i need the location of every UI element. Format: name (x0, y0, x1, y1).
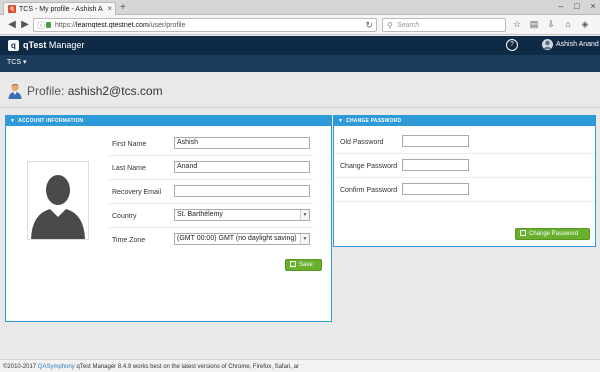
chevron-down-icon: ▼ (338, 118, 344, 124)
download-icon[interactable]: ⇩ (546, 19, 556, 30)
account-panel-header[interactable]: ▼ ACCOUNT INFORMATION (6, 116, 331, 126)
url-bar[interactable]: ⓘ https://learnqtest.qtestnet.com/user/p… (33, 18, 377, 32)
first-name-row: First Name Ashish (109, 132, 313, 156)
recovery-email-row: Recovery Email (109, 180, 313, 204)
clipboard-icon[interactable]: ▤ (529, 19, 539, 30)
browser-tab[interactable]: q TCS - My profile - Ashish An... × (3, 2, 116, 15)
country-select[interactable]: St. Barthélemy ▼ (174, 209, 310, 221)
country-label: Country (112, 213, 137, 220)
browser-tab-bar: q TCS - My profile - Ashish An... × + – … (0, 0, 600, 15)
save-button[interactable]: Save (285, 259, 322, 271)
reload-icon[interactable]: ↻ (365, 20, 373, 31)
chevron-down-icon[interactable]: ▼ (300, 234, 309, 244)
qtest-favicon-icon: q (8, 5, 16, 13)
info-icon[interactable]: ⓘ (37, 20, 45, 31)
qtest-logo-icon[interactable]: q (8, 40, 19, 51)
confirm-password-row: Confirm Password (334, 178, 595, 202)
help-icon[interactable]: ? (506, 39, 518, 51)
new-password-input[interactable] (402, 159, 469, 171)
home-icon[interactable]: ⌂ (563, 19, 573, 30)
time-zone-label: Time Zone (112, 237, 146, 244)
forward-icon[interactable]: ▶ (19, 19, 31, 31)
country-value: St. Barthélemy (177, 211, 223, 218)
lock-icon (46, 22, 51, 28)
user-menu[interactable]: Ashish Anand (556, 40, 599, 50)
browser-search-input[interactable]: ⚲ Search (382, 18, 506, 32)
page-title: Profile: ashish2@tcs.com (27, 84, 163, 98)
header-divider (0, 107, 600, 108)
first-name-label: First Name (112, 141, 147, 148)
browser-toolbar: ☆ ▤ ⇩ ⌂ ◈ ≡ (512, 19, 600, 30)
star-icon[interactable]: ☆ (512, 19, 522, 30)
user-profile-icon (8, 83, 22, 99)
window-controls: – □ × (556, 1, 598, 11)
old-password-row: Old Password (334, 130, 595, 154)
change-password-button[interactable]: Change Password (515, 228, 590, 240)
minimize-icon[interactable]: – (556, 1, 566, 11)
time-zone-value: (GMT 00:00) GMT (no daylight saving) (177, 235, 297, 242)
chevron-down-icon[interactable]: ▼ (300, 210, 309, 220)
search-placeholder: Search (397, 22, 420, 29)
url-text: https://learnqtest.qtestnet.com/user/pro… (55, 22, 186, 29)
footer-text: ©2010-2017 QASymphony qTest Manager 8.4.… (3, 364, 299, 370)
maximize-icon[interactable]: □ (572, 1, 582, 11)
first-name-input[interactable]: Ashish (174, 137, 310, 149)
recovery-email-input[interactable] (174, 185, 310, 197)
confirm-password-input[interactable] (402, 183, 469, 195)
search-icon: ⚲ (387, 21, 393, 30)
account-information-panel: ▼ ACCOUNT INFORMATION First Name Ashish L… (5, 115, 332, 322)
old-password-label: Old Password (340, 139, 384, 146)
project-bar: TCS ▾ (0, 55, 600, 72)
qasymphony-link[interactable]: QASymphony (38, 364, 75, 370)
password-panel-header[interactable]: ▼ CHANGE PASSWORD (334, 116, 595, 126)
time-zone-row: Time Zone (GMT 00:00) GMT (no daylight s… (109, 228, 313, 252)
country-row: Country St. Barthélemy ▼ (109, 204, 313, 228)
change-password-label: Change Password (340, 163, 398, 170)
floppy-disk-icon (520, 230, 526, 236)
old-password-input[interactable] (402, 135, 469, 147)
close-window-icon[interactable]: × (588, 1, 598, 11)
last-name-label: Last Name (112, 165, 146, 172)
back-icon[interactable]: ◀ (6, 19, 18, 31)
user-avatar-icon[interactable] (542, 39, 553, 50)
confirm-password-label: Confirm Password (340, 187, 398, 194)
tab-close-icon[interactable]: × (107, 4, 112, 13)
app-name: qTest Manager (23, 40, 85, 50)
project-selector[interactable]: TCS ▾ (7, 58, 26, 68)
recovery-email-label: Recovery Email (112, 189, 162, 196)
last-name-input[interactable]: Anand (174, 161, 310, 173)
footer: ©2010-2017 QASymphony qTest Manager 8.4.… (0, 359, 600, 372)
chevron-down-icon: ▼ (10, 118, 16, 124)
browser-nav-bar: ◀ ▶ ⓘ https://learnqtest.qtestnet.com/us… (0, 15, 600, 35)
time-zone-select[interactable]: (GMT 00:00) GMT (no daylight saving) ▼ (174, 233, 310, 245)
profile-picture[interactable] (27, 161, 89, 240)
new-tab-icon[interactable]: + (120, 2, 126, 13)
shield-icon[interactable]: ◈ (580, 19, 590, 30)
floppy-disk-icon (290, 261, 296, 267)
tab-title: TCS - My profile - Ashish An... (19, 6, 103, 13)
last-name-row: Last Name Anand (109, 156, 313, 180)
change-password-row: Change Password (334, 154, 595, 178)
app-header: q qTest Manager ? Ashish Anand (0, 36, 600, 55)
